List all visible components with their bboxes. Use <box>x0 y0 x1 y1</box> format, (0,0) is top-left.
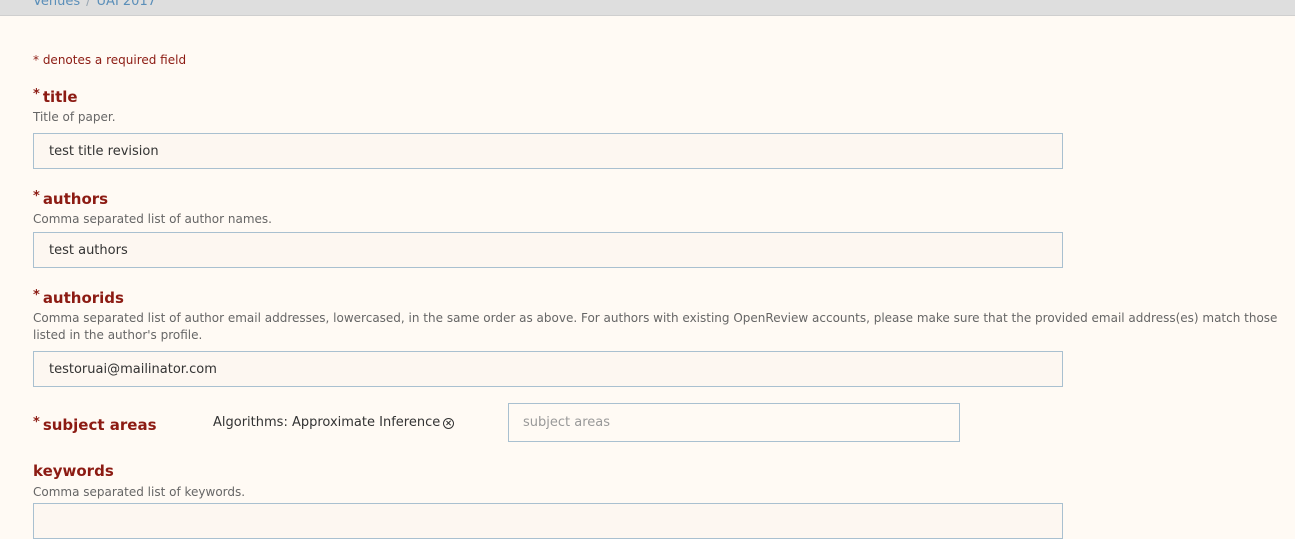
subject-areas-label-text: subject areas <box>42 416 157 434</box>
subject-area-tag: Algorithms: Approximate Inference <box>213 415 455 430</box>
breadcrumb: Venues / UAI 2017 <box>33 0 156 9</box>
authorids-input[interactable] <box>33 351 1063 387</box>
authors-label-text: authors <box>42 190 109 208</box>
authorids-label-text: authorids <box>42 289 124 307</box>
required-field-note: * denotes a required field <box>33 53 187 67</box>
circle-x-icon[interactable] <box>443 418 455 429</box>
authorids-label: * authorids <box>33 288 124 307</box>
top-breadcrumb-bar: Venues / UAI 2017 <box>0 0 1295 16</box>
authors-label: * authors <box>33 189 108 208</box>
authors-description: Comma separated list of author names. <box>33 212 272 226</box>
subject-areas-input[interactable] <box>508 403 960 442</box>
title-description: Title of paper. <box>33 110 116 124</box>
title-input[interactable] <box>33 133 1063 169</box>
breadcrumb-venues-link[interactable]: Venues <box>33 0 80 9</box>
breadcrumb-uai-link[interactable]: UAI 2017 <box>97 0 156 9</box>
required-marker: * <box>33 288 40 303</box>
keywords-description: Comma separated list of keywords. <box>33 485 246 499</box>
title-label: * title <box>33 87 78 106</box>
breadcrumb-separator: / <box>86 0 91 9</box>
subject-areas-label: * subject areas <box>33 415 157 434</box>
keywords-input[interactable] <box>33 503 1063 539</box>
keywords-label-text: keywords <box>33 462 114 480</box>
keywords-label: keywords <box>33 462 114 480</box>
required-marker: * <box>33 189 40 204</box>
required-marker: * <box>33 415 40 430</box>
required-marker: * <box>33 87 40 102</box>
authors-input[interactable] <box>33 232 1063 268</box>
authorids-description: Comma separated list of author email add… <box>33 311 1278 342</box>
subject-area-tag-label: Algorithms: Approximate Inference <box>213 415 441 430</box>
title-label-text: title <box>42 88 78 106</box>
